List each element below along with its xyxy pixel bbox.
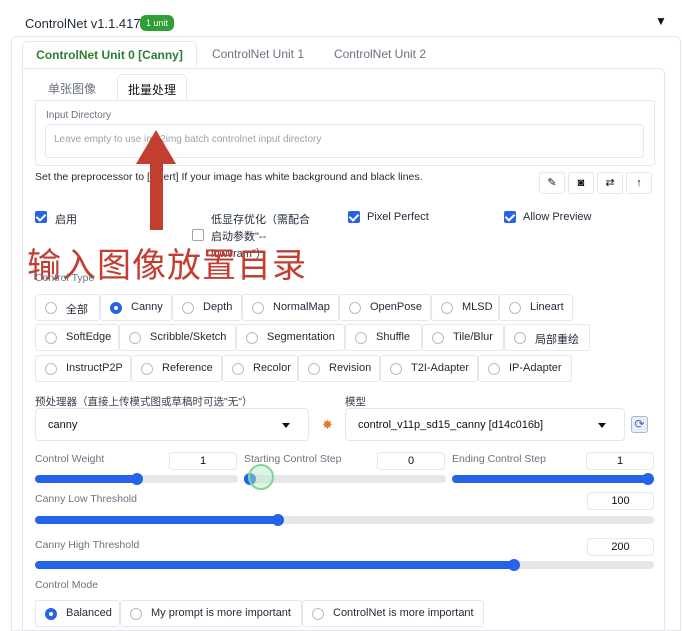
input-directory-label: Input Directory: [46, 110, 112, 121]
control-type-all[interactable]: 全部: [35, 294, 100, 321]
tab-single-image[interactable]: 单张图像: [38, 74, 106, 100]
annotation-arrow-shaft: [150, 160, 163, 230]
pixel-perfect-checkbox[interactable]: [348, 211, 360, 223]
refresh-icon[interactable]: ⟳: [631, 416, 648, 433]
tab-unit-2[interactable]: ControlNet Unit 2: [325, 41, 435, 68]
control-type-inpaint[interactable]: 局部重绘: [504, 324, 590, 351]
model-label: 模型: [345, 396, 366, 408]
allow-preview-checkbox[interactable]: [504, 211, 516, 223]
canny-high-input[interactable]: 200: [587, 538, 654, 556]
run-preprocessor-icon[interactable]: ✸: [322, 417, 333, 433]
canny-high-label: Canny High Threshold: [35, 539, 140, 551]
chevron-down-icon: [598, 423, 606, 428]
control-mode-balanced[interactable]: Balanced: [35, 600, 120, 627]
control-type-scribble[interactable]: Scribble/Sketch: [119, 324, 236, 351]
canny-high-slider[interactable]: [35, 559, 654, 571]
ending-step-slider[interactable]: [452, 473, 654, 485]
canny-low-input[interactable]: 100: [587, 492, 654, 510]
control-type-ip-adapter[interactable]: IP-Adapter: [478, 355, 572, 382]
pixel-perfect-label: Pixel Perfect: [367, 211, 429, 223]
collapse-triangle-icon[interactable]: ▼: [655, 14, 667, 28]
control-weight-input[interactable]: 1: [169, 452, 237, 470]
control-type-recolor[interactable]: Recolor: [222, 355, 298, 382]
swap-icon[interactable]: ⇄: [597, 172, 623, 194]
control-type-tile-blur[interactable]: Tile/Blur: [422, 324, 504, 351]
starting-step-input[interactable]: 0: [377, 452, 445, 470]
model-select[interactable]: control_v11p_sd15_canny [d14c016b]: [345, 408, 625, 441]
tab-unit-1[interactable]: ControlNet Unit 1: [203, 41, 313, 68]
control-mode-label: Control Mode: [35, 579, 99, 591]
send-up-icon[interactable]: ↑: [626, 172, 652, 194]
tab-batch[interactable]: 批量处理: [117, 74, 188, 100]
control-type-label: Control Type: [35, 272, 95, 284]
ending-step-input[interactable]: 1: [586, 452, 654, 470]
control-type-softedge[interactable]: SoftEdge: [35, 324, 119, 351]
chevron-down-icon: [282, 423, 290, 428]
control-type-canny[interactable]: Canny: [100, 294, 172, 321]
control-type-instructp2p[interactable]: InstructP2P: [35, 355, 131, 382]
control-type-mlsd[interactable]: MLSD: [431, 294, 499, 321]
control-type-openpose[interactable]: OpenPose: [339, 294, 431, 321]
allow-preview-label: Allow Preview: [523, 211, 592, 223]
canny-low-slider[interactable]: [35, 514, 654, 526]
control-type-t2i-adapter[interactable]: T2I-Adapter: [380, 355, 478, 382]
control-type-revision[interactable]: Revision: [298, 355, 380, 382]
preprocessor-select[interactable]: canny: [35, 408, 309, 441]
input-directory-field[interactable]: Leave empty to use img2img batch control…: [45, 124, 644, 158]
control-weight-slider[interactable]: [35, 473, 238, 485]
control-mode-prompt[interactable]: My prompt is more important: [120, 600, 302, 627]
control-type-reference[interactable]: Reference: [131, 355, 222, 382]
enable-checkbox[interactable]: [35, 211, 47, 223]
canny-low-label: Canny Low Threshold: [35, 493, 137, 505]
edit-icon[interactable]: ✎: [539, 172, 565, 194]
preprocessor-label: 预处理器（直接上传模式图或草稿时可选"无"）: [35, 396, 253, 408]
enable-label: 启用: [55, 214, 77, 226]
control-type-lineart[interactable]: Lineart: [499, 294, 573, 321]
control-type-depth[interactable]: Depth: [172, 294, 242, 321]
control-type-segmentation[interactable]: Segmentation: [236, 324, 345, 351]
camera-icon[interactable]: ◙: [568, 172, 594, 194]
preprocessor-note: Set the preprocessor to [invert] If your…: [35, 171, 423, 183]
control-type-shuffle[interactable]: Shuffle: [345, 324, 422, 351]
tab-unit-0[interactable]: ControlNet Unit 0 [Canny]: [22, 41, 197, 68]
mouse-cursor-icon: [248, 464, 274, 490]
control-mode-controlnet[interactable]: ControlNet is more important: [302, 600, 484, 627]
control-type-normalmap[interactable]: NormalMap: [242, 294, 339, 321]
annotation-arrow-icon: [136, 130, 176, 164]
unit-count-badge: 1 unit: [140, 15, 175, 31]
control-weight-label: Control Weight: [35, 453, 105, 465]
starting-step-slider[interactable]: [244, 473, 446, 485]
lowvram-label-line1: 低显存优化（需配合: [211, 214, 310, 226]
accordion-title[interactable]: ControlNet v1.1.417: [25, 16, 141, 31]
ending-step-label: Ending Control Step: [452, 453, 546, 465]
